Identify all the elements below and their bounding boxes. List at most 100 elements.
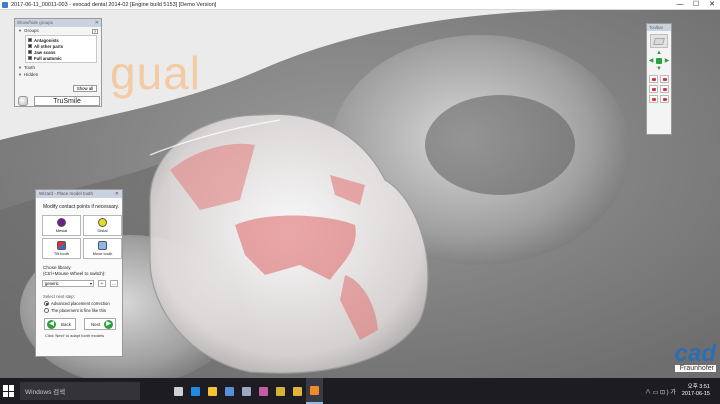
arrow-up-icon[interactable]: ▲ <box>656 50 662 56</box>
hidden-section[interactable]: ▼ Hidden <box>15 71 101 78</box>
windows-taskbar: Windows 검색 ∧ ▭ ⊡ ) 가 오후 3:51 2017-06-15 <box>0 378 720 404</box>
taskbar-app-button[interactable] <box>204 378 221 404</box>
taskbar-app-button[interactable] <box>221 378 238 404</box>
app-icon-3 <box>276 386 285 396</box>
distal-button[interactable]: Distal <box>83 215 122 236</box>
wizard-hint: Click 'Next' to adapt tooth models <box>45 333 105 338</box>
view-presets <box>647 75 671 103</box>
taskbar-app-button[interactable] <box>238 378 255 404</box>
groups-section[interactable]: ▼ Groups <box>15 27 101 34</box>
view-front-icon[interactable] <box>649 95 658 103</box>
show-hide-groups-panel: Show/hide groups ✕ ▼ Groups ? Antagonist… <box>14 18 102 107</box>
exocad-icon <box>310 385 319 395</box>
move-tooth-icon <box>98 241 107 250</box>
windows-start-icon[interactable] <box>3 385 15 397</box>
rotate-navigation: ▲ ◀ ▶ ▼ <box>648 50 670 72</box>
taskbar-app-button[interactable] <box>255 378 272 404</box>
chevron-down-icon: ▼ <box>18 65 22 70</box>
library-add-button[interactable]: + <box>98 280 106 287</box>
back-button[interactable]: ◀ Back <box>44 318 76 330</box>
library-select[interactable]: generic <box>42 280 94 287</box>
mesial-contact-icon <box>57 218 66 227</box>
help-button[interactable]: ? <box>92 29 98 34</box>
library-label-line2: (Ctrl+Mouse Wheel to switch): <box>43 271 106 276</box>
taskbar-app-button[interactable] <box>187 378 204 404</box>
radio-button[interactable] <box>44 301 49 306</box>
group-label: Full anatomic <box>34 55 62 61</box>
center-view-button[interactable] <box>656 58 662 64</box>
taskbar-apps <box>170 378 323 404</box>
app-icon-1 <box>242 386 251 396</box>
library-label: Chose library (Ctrl+Mouse Wheel to switc… <box>43 265 122 277</box>
next-step-label: Select next step: <box>43 294 75 299</box>
app-icon <box>2 1 8 8</box>
view-right-icon[interactable] <box>660 85 669 93</box>
checkbox[interactable] <box>28 56 32 60</box>
group-label: Antagonists <box>34 37 59 43</box>
close-icon[interactable]: ✕ <box>115 190 119 198</box>
store-icon <box>225 386 234 396</box>
view-default-button[interactable] <box>650 34 668 48</box>
button-label: Distal <box>97 228 108 233</box>
chrome-icon <box>293 386 302 396</box>
arrow-down-icon[interactable]: ▼ <box>656 66 662 72</box>
taskbar-app-button[interactable] <box>289 378 306 404</box>
trusmile-button[interactable]: TruSmile <box>34 95 100 106</box>
app-icon-2 <box>259 386 268 396</box>
file-explorer-icon <box>208 386 217 396</box>
logo-main: cad <box>674 340 716 367</box>
next-label: Next <box>91 321 101 327</box>
task-view-icon <box>174 386 183 396</box>
next-button[interactable]: Next ▶ <box>84 318 116 330</box>
taskbar-app-button[interactable] <box>272 378 289 404</box>
button-label: Tilt tooth <box>53 251 70 256</box>
checkbox[interactable] <box>28 50 32 54</box>
window-controls: — ☐ ✕ <box>672 0 720 10</box>
window-title: 2017-06-11_00011-003 - exocad dental 201… <box>11 1 217 8</box>
molar-fossa <box>425 95 575 195</box>
clock[interactable]: 오후 3:51 2017-06-15 <box>682 384 710 398</box>
tray-icons[interactable]: ∧ ▭ ⊡ ) 가 <box>645 387 676 396</box>
view-top-icon[interactable] <box>649 75 658 83</box>
wizard-header: Wizard - Place model tooth ✕ <box>36 190 122 198</box>
close-icon[interactable]: ✕ <box>95 19 99 27</box>
tilt-tooth-button[interactable]: Tilt tooth <box>42 238 81 259</box>
checkbox[interactable] <box>28 38 32 42</box>
close-button[interactable]: ✕ <box>704 0 720 10</box>
groups-list: Antagonists All other parts Jaw scans Fu… <box>25 35 97 63</box>
tilt-tooth-icon <box>57 241 66 250</box>
taskbar-app-button[interactable] <box>306 378 323 404</box>
show-all-button[interactable]: Show all <box>73 85 97 92</box>
minimize-button[interactable]: — <box>672 0 688 10</box>
arrow-left-icon[interactable]: ◀ <box>648 58 654 64</box>
tooth-label: Tooth <box>23 65 35 70</box>
button-label: Mesial <box>55 228 68 233</box>
option-fine[interactable]: The placement is fine like this <box>44 308 122 313</box>
checkbox[interactable] <box>28 44 32 48</box>
clock-time: 오후 3:51 <box>687 384 710 390</box>
view-bottom-icon[interactable] <box>660 75 669 83</box>
back-label: Back <box>61 321 72 327</box>
view-left-icon[interactable] <box>649 85 658 93</box>
system-tray: ∧ ▭ ⊡ ) 가 오후 3:51 2017-06-15 <box>645 378 710 404</box>
library-more-button[interactable]: ... <box>110 280 118 287</box>
view-back-icon[interactable] <box>660 95 669 103</box>
logo-sub: Fraunhofer <box>674 365 716 372</box>
wizard-title: Wizard - Place model tooth <box>39 191 94 196</box>
tooth-icon <box>18 95 28 106</box>
arrow-right-icon[interactable]: ▶ <box>664 58 670 64</box>
wizard-panel: Wizard - Place model tooth ✕ Modify cont… <box>35 189 123 357</box>
move-tooth-button[interactable]: Move tooth <box>83 238 122 259</box>
taskbar-app-button[interactable] <box>170 378 187 404</box>
hidden-label: Hidden <box>23 72 39 77</box>
radio-button[interactable] <box>44 308 49 313</box>
option-advanced[interactable]: Advanced placement correction <box>44 301 122 306</box>
wizard-instruction: Modify contact points if necessary. <box>43 204 120 210</box>
tooth-section[interactable]: ▼ Tooth <box>15 64 101 71</box>
group-item[interactable]: Full anatomic <box>28 55 94 61</box>
mesial-button[interactable]: Mesial <box>42 215 81 236</box>
trusmile-row: TruSmile <box>18 95 100 106</box>
windows-search-input[interactable]: Windows 검색 <box>20 382 140 400</box>
group-label: All other parts <box>34 43 64 49</box>
maximize-button[interactable]: ☐ <box>688 0 704 10</box>
